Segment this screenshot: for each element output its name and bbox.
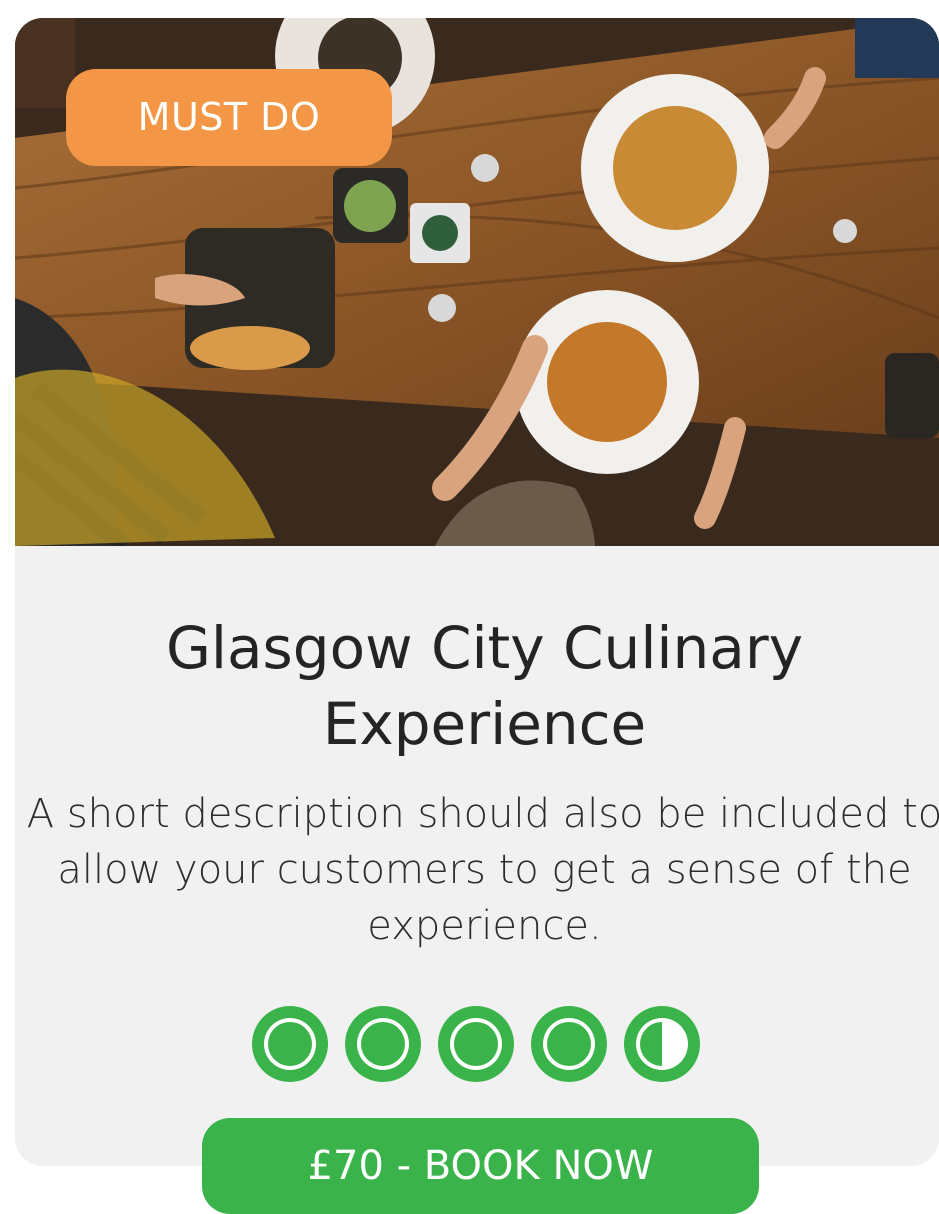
rating-half-circle-icon: [624, 1006, 700, 1082]
rating-full-circle-icon: [438, 1006, 514, 1082]
experience-title: Glasgow City Culinary Experience: [165, 614, 804, 758]
experience-card: MUST DO: [15, 18, 939, 1166]
book-now-button[interactable]: £70 - BOOK NOW: [202, 1118, 759, 1214]
experience-description: A short description should also be inclu…: [26, 791, 939, 949]
must-do-badge: MUST DO: [66, 69, 392, 166]
rating-full-circle-icon: [252, 1006, 328, 1082]
rating-circles: [252, 1006, 700, 1082]
rating: [250, 1002, 720, 1086]
rating-full-circle-icon: [345, 1006, 421, 1082]
rating-full-circle-icon: [531, 1006, 607, 1082]
